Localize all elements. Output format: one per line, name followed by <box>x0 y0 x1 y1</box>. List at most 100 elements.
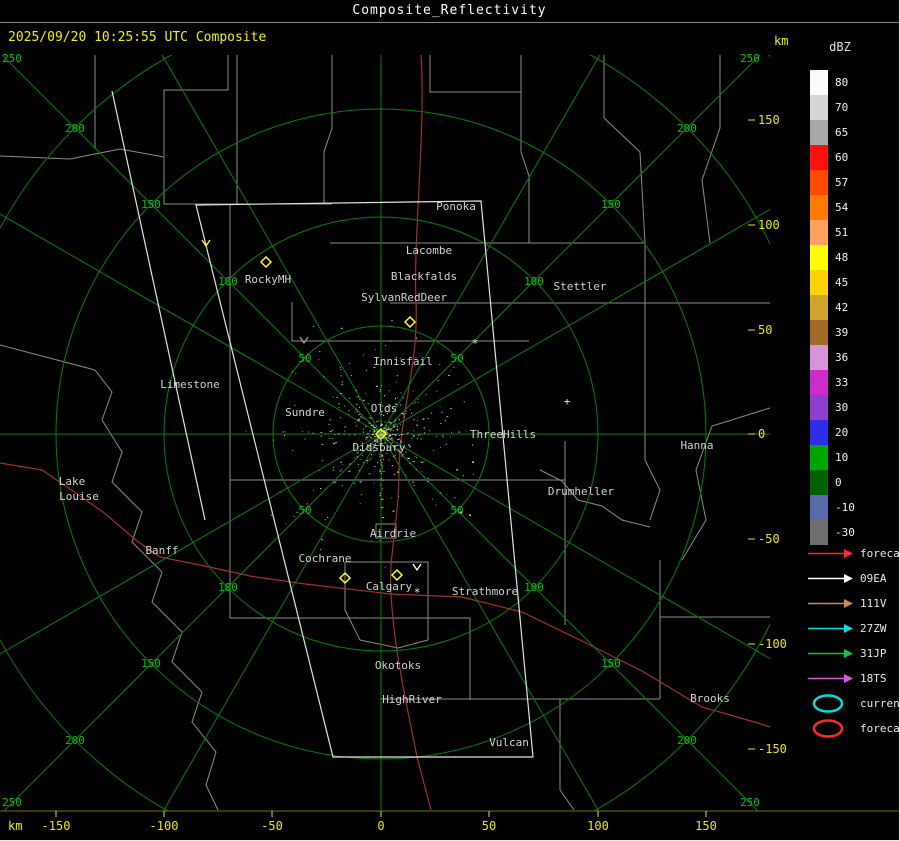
clutter-dot <box>380 453 382 455</box>
legend-row: 09EA <box>806 566 899 591</box>
clutter-dot <box>411 412 413 414</box>
clutter-dot <box>381 455 384 457</box>
legend-label: forecast <box>860 547 900 560</box>
clutter-dot <box>379 540 381 541</box>
clutter-dot <box>413 461 415 462</box>
clutter-dot <box>371 457 373 459</box>
clutter-dot <box>340 461 342 463</box>
scale-row: 30 <box>810 395 855 420</box>
clutter-dot <box>342 464 344 465</box>
scale-value: 45 <box>835 276 849 289</box>
clutter-dot <box>448 374 450 376</box>
clutter-dot <box>365 438 368 440</box>
clutter-dot <box>372 431 375 433</box>
clutter-dot <box>450 370 452 372</box>
place-label: Sundre <box>285 406 325 419</box>
clutter-dot <box>402 414 404 416</box>
clutter-dot <box>339 366 341 368</box>
clutter-dot <box>456 469 459 471</box>
clutter-dot <box>366 436 369 438</box>
clutter-dot <box>395 434 397 436</box>
bottom-axis-label: -50 <box>261 819 283 833</box>
clutter-dot <box>393 474 395 475</box>
clutter-dot <box>416 457 418 459</box>
scale-swatch <box>810 445 828 470</box>
scale-row: 57 <box>810 170 855 195</box>
clutter-dot <box>423 427 425 429</box>
point-symbol: . <box>458 503 465 516</box>
clutter-dot <box>336 397 338 399</box>
clutter-dot <box>423 428 425 430</box>
ring-distance-label: 250 <box>2 796 22 809</box>
clutter-dot <box>409 446 412 448</box>
arrow-icon <box>808 549 853 558</box>
ring-distance-label: 50 <box>450 352 463 365</box>
clutter-dot <box>369 417 372 419</box>
right-axis-label: -150 <box>758 742 787 756</box>
clutter-dot <box>417 398 419 400</box>
clutter-dot <box>397 433 399 435</box>
place-label: Strathmore <box>452 585 518 598</box>
clutter-dot <box>391 425 393 427</box>
scale-swatch <box>810 245 828 270</box>
clutter-dot <box>368 422 370 424</box>
clutter-dot <box>370 540 372 542</box>
clutter-dot <box>381 487 383 489</box>
clutter-dot <box>331 429 334 431</box>
clutter-dot <box>426 477 429 479</box>
clutter-dot <box>405 474 407 476</box>
place-label: Drumheller <box>548 485 615 498</box>
clutter-dot <box>414 401 416 403</box>
scale-swatch <box>810 70 828 95</box>
scale-value: 54 <box>835 201 849 214</box>
clutter-dot <box>399 438 401 440</box>
clutter-dot <box>362 428 364 430</box>
clutter-dot <box>395 435 397 437</box>
clutter-dot <box>402 453 404 455</box>
clutter-dot <box>427 418 429 420</box>
legend-row: current <box>806 691 899 716</box>
clutter-dot <box>386 425 388 427</box>
clutter-dot <box>451 431 453 433</box>
clutter-dot <box>379 434 380 435</box>
clutter-dot <box>400 392 402 394</box>
right-axis-label: -50 <box>758 532 780 546</box>
clutter-dot <box>359 458 361 460</box>
clutter-dot <box>398 437 400 439</box>
clutter-dot <box>348 363 350 365</box>
clutter-dot <box>379 470 381 472</box>
place-label: RockyMH <box>245 273 291 286</box>
clutter-dot <box>396 375 398 377</box>
clutter-dot <box>363 354 365 356</box>
place-label: Lacombe <box>406 244 452 257</box>
right-axis-label: 100 <box>758 218 780 232</box>
scale-row: 39 <box>810 320 855 345</box>
clutter-dot <box>436 390 438 392</box>
clutter-dot <box>416 438 418 440</box>
ring-distance-label: 200 <box>65 734 85 747</box>
place-label: Louise <box>59 490 99 503</box>
ring-distance-label: 100 <box>524 581 544 594</box>
clutter-dot <box>382 479 384 481</box>
radar-map-canvas[interactable]: 50 5050 50100 100100 100150 150150 150200 20020… <box>0 0 900 841</box>
clutter-dot <box>396 429 398 431</box>
ring-distance-label: 150 <box>141 198 161 211</box>
clutter-dot <box>329 431 332 433</box>
caret-marker <box>299 336 309 345</box>
ring-distance-label: 200 <box>677 734 697 747</box>
arrow-head <box>844 624 853 633</box>
county-boundary-line <box>520 55 530 243</box>
clutter-dot <box>383 438 385 440</box>
radar-site-marker <box>390 568 404 582</box>
scale-value: -30 <box>835 526 855 539</box>
clutter-dot <box>408 444 411 446</box>
clutter-dot <box>381 423 383 425</box>
clutter-dot <box>370 424 373 426</box>
clutter-dot <box>279 491 281 493</box>
clutter-dot <box>318 359 320 360</box>
clutter-dot <box>416 337 417 339</box>
azimuth-spoke <box>380 208 770 435</box>
clutter-dot <box>388 427 390 429</box>
point-symbol: + <box>564 395 571 408</box>
clutter-dot <box>393 426 396 428</box>
